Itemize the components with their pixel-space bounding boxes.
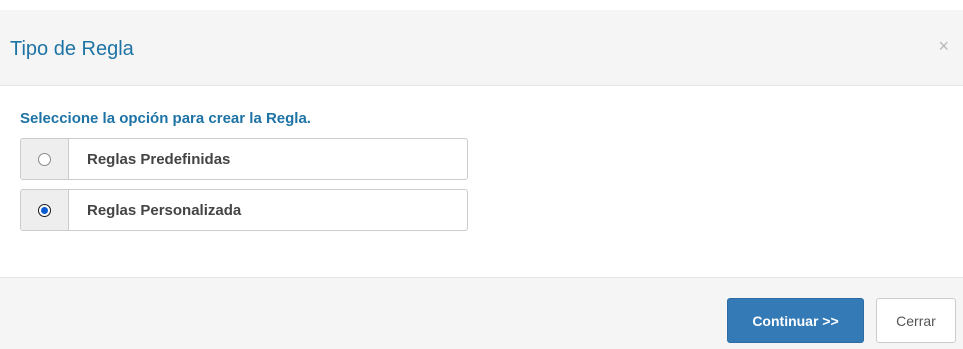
instruction-text: Seleccione la opción para crear la Regla…: [20, 110, 311, 127]
rule-type-dialog: Tipo de Regla × Seleccione la opción par…: [0, 0, 963, 349]
radio-addon[interactable]: [21, 190, 69, 230]
radio-checked-icon[interactable]: [38, 203, 51, 217]
dialog-header: Tipo de Regla ×: [0, 10, 963, 86]
close-button[interactable]: Cerrar: [876, 298, 956, 343]
radio-unchecked-icon[interactable]: [38, 152, 51, 166]
option-label-predefined: Reglas Predefinidas: [87, 150, 231, 168]
continue-button[interactable]: Continuar >>: [727, 298, 864, 343]
dialog-title: Tipo de Regla: [10, 38, 134, 60]
close-icon[interactable]: ×: [938, 37, 949, 55]
dialog-body: Seleccione la opción para crear la Regla…: [0, 86, 963, 276]
option-custom-rules[interactable]: Reglas Personalizada: [20, 189, 468, 231]
option-predefined-rules[interactable]: Reglas Predefinidas: [20, 138, 468, 180]
dialog-footer: Continuar >> Cerrar: [0, 277, 963, 349]
option-label-custom: Reglas Personalizada: [87, 201, 242, 219]
radio-addon[interactable]: [21, 139, 69, 179]
